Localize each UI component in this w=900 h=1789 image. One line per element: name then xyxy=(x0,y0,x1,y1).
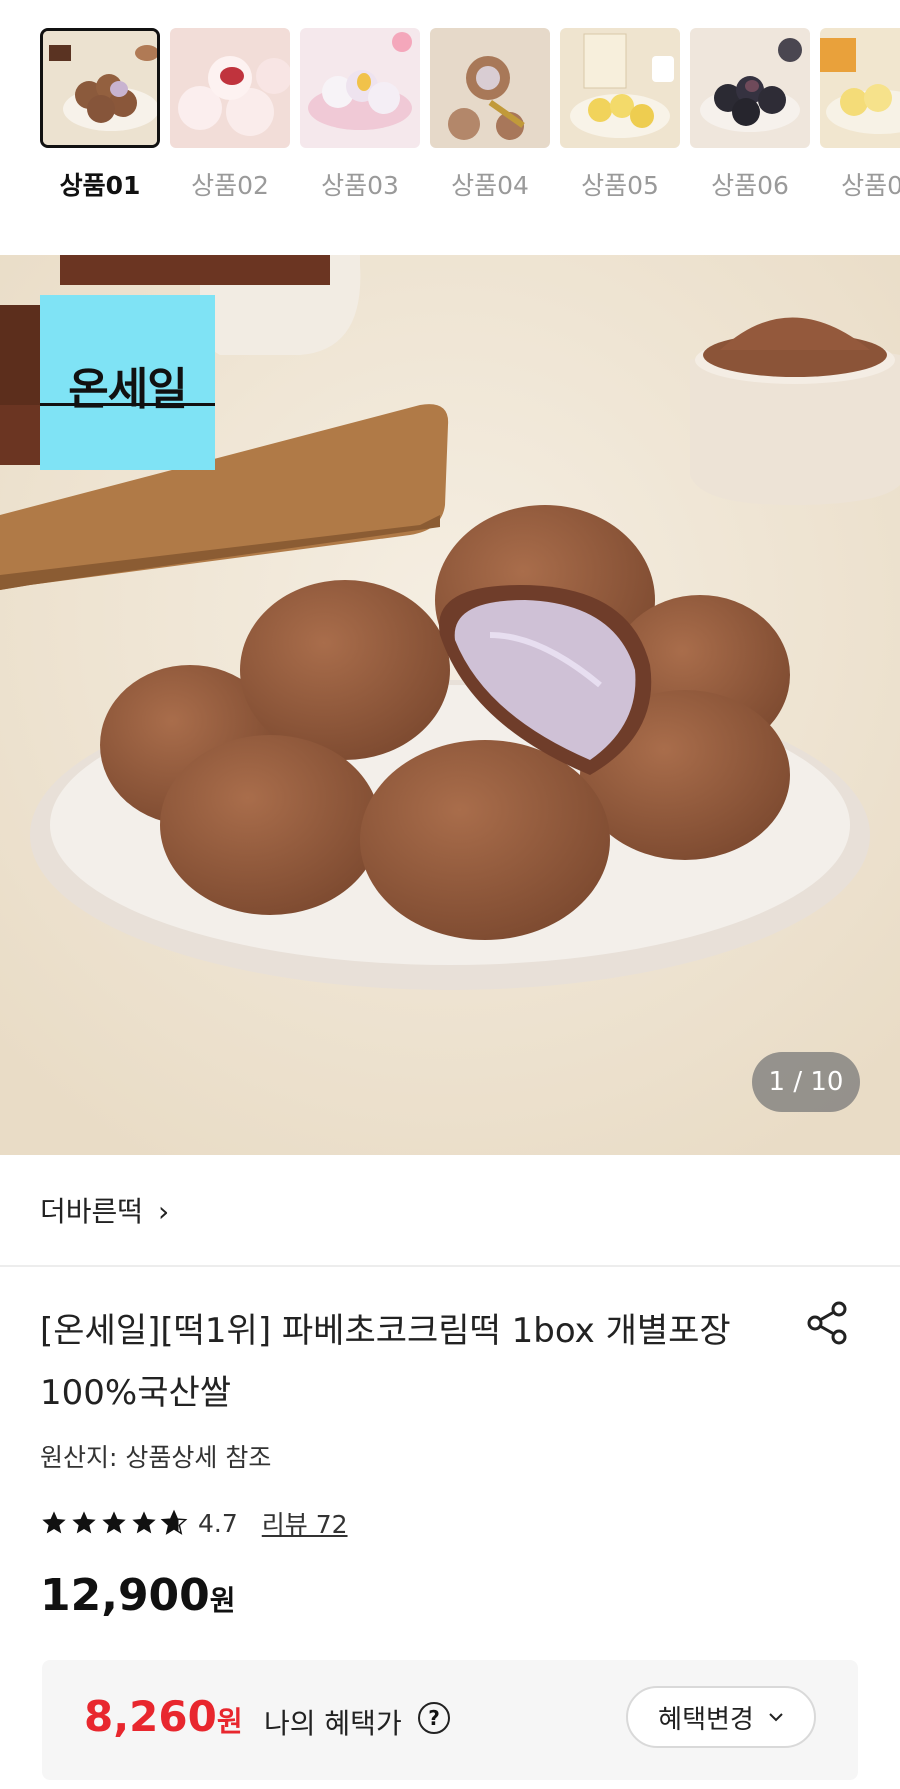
benefit-price: 8,260원 xyxy=(84,1692,243,1741)
seller-link[interactable]: 더바른떡 › xyxy=(40,1190,169,1230)
thumbnail-4[interactable]: 상품04 xyxy=(430,28,550,202)
thumbnail-7[interactable]: 상품07 xyxy=(820,28,900,202)
section-divider xyxy=(0,1265,900,1267)
benefit-price-box: 8,260원 나의 혜택가 ? 혜택변경 xyxy=(42,1660,858,1780)
star-icon xyxy=(102,1511,126,1534)
star-icon xyxy=(72,1511,96,1534)
thumbnail-3[interactable]: 상품03 xyxy=(300,28,420,202)
thumbnail-strip: 상품01 상품02 상품03 상품04 상품05 상품06 상품0 xyxy=(40,28,900,208)
thumbnail-label: 상품01 xyxy=(59,171,141,200)
product-hero-image[interactable]: 온세일 1 / 10 xyxy=(0,255,900,1155)
badge-underline xyxy=(40,403,215,406)
change-benefit-button[interactable]: 혜택변경 xyxy=(626,1686,816,1748)
thumbnail-1[interactable]: 상품01 xyxy=(40,28,160,202)
star-half-icon xyxy=(160,1509,188,1535)
thumbnail-image xyxy=(430,28,550,148)
thumbnail-label: 상품06 xyxy=(711,171,789,200)
thumbnail-label: 상품05 xyxy=(581,171,659,200)
thumbnail-image xyxy=(690,28,810,148)
benefit-price-value: 8,260 xyxy=(84,1692,217,1741)
thumbnail-image xyxy=(560,28,680,148)
chevron-down-icon xyxy=(769,1713,783,1722)
thumbnail-label: 상품02 xyxy=(191,171,269,200)
thumbnail-5[interactable]: 상품05 xyxy=(560,28,680,202)
rating-value: 4.7 xyxy=(198,1508,238,1538)
price-value: 12,900 xyxy=(40,1570,210,1621)
rating-row: 4.7 리뷰 72 xyxy=(40,1505,348,1541)
price-unit: 원 xyxy=(209,1584,236,1617)
thumbnail-label: 상품03 xyxy=(321,171,399,200)
thumbnail-image xyxy=(40,28,160,148)
review-link[interactable]: 리뷰 72 xyxy=(262,1505,348,1541)
thumbnail-label: 상품07 xyxy=(841,171,900,200)
origin-text: 원산지: 상품상세 참조 xyxy=(40,1443,272,1472)
help-icon[interactable]: ? xyxy=(418,1702,450,1734)
original-price: 12,900원 xyxy=(40,1570,236,1621)
product-title: [온세일][떡1위] 파베초코크림떡 1box 개별포장 100%국산쌀 xyxy=(40,1311,731,1413)
thumbnail-image xyxy=(300,28,420,148)
thumbnail-image xyxy=(170,28,290,148)
star-rating xyxy=(40,1509,188,1537)
thumbnail-6[interactable]: 상품06 xyxy=(690,28,810,202)
change-benefit-label: 혜택변경 xyxy=(658,1704,754,1735)
on-sale-badge: 온세일 xyxy=(40,295,215,470)
image-counter: 1 / 10 xyxy=(752,1052,860,1112)
benefit-price-unit: 원 xyxy=(216,1705,243,1738)
star-icon xyxy=(132,1511,156,1534)
badge-text: 온세일 xyxy=(68,364,187,415)
benefit-label: 나의 혜택가 xyxy=(264,1707,402,1740)
seller-name: 더바른떡 xyxy=(40,1195,144,1228)
chevron-right-icon: › xyxy=(157,1195,170,1228)
thumbnail-label: 상품04 xyxy=(451,171,529,200)
star-icon xyxy=(42,1511,66,1534)
share-icon[interactable] xyxy=(805,1300,851,1346)
thumbnail-image xyxy=(820,28,900,148)
thumbnail-2[interactable]: 상품02 xyxy=(170,28,290,202)
